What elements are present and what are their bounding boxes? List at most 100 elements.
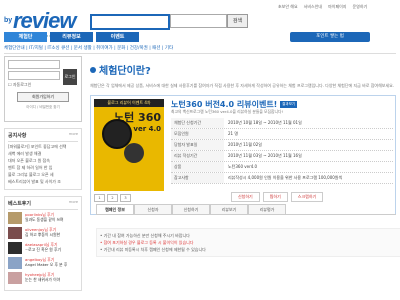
- campaign-card: 블로그 리뷰어 이벤트 4차 노턴 360 ver 4.0 1 2 3 노턴36…: [90, 94, 396, 215]
- campaign-title-text[interactable]: 노턴360 버전4.0 리뷰이벤트!: [171, 100, 277, 109]
- password-field[interactable]: [8, 71, 60, 80]
- best-review-item[interactable]: angelboy님 후기 Angel Maker 오 후 분 후: [8, 257, 78, 269]
- review-thumbnail: [8, 212, 22, 224]
- review-text: 일과도 동생을 같이 쓰며: [25, 217, 64, 222]
- sidebar: 로그인 ☐ 자동로그인 회원가입하기 아이디 / 비밀번호 찾기 공지사항 mor…: [4, 56, 82, 291]
- info-row: 당첨자 발표일 2010년 11월 02일: [171, 139, 393, 151]
- notice-item[interactable]: 베스트리뷰어 발표 및 사이가 조: [8, 179, 78, 186]
- intro-text: 체험단은 각 업체에서 제공 상품, 서비스에 대한 실제 사용후기를 참여자가…: [90, 83, 395, 88]
- main-content: 체험단이란? 체험단은 각 업체에서 제공 상품, 서비스에 대한 실제 사용후…: [90, 62, 396, 215]
- nav-tab-experience[interactable]: 체험단: [4, 32, 47, 42]
- toplink-service[interactable]: 서비스안내: [304, 4, 322, 10]
- info-value: 2010년 10월 18일 ~ 2010년 11월 01일: [228, 119, 302, 125]
- toplink-help[interactable]: 초보안 해요: [278, 4, 298, 10]
- campaign-info-table: 체험단 신청기간 2010년 10월 18일 ~ 2010년 11월 01일 모집…: [171, 117, 393, 184]
- wishlist-button[interactable]: 찜하기: [262, 191, 288, 202]
- page-title: 체험단이란?: [99, 66, 151, 77]
- apply-button[interactable]: 신청하기: [231, 191, 260, 202]
- disc-graphic: [124, 142, 144, 163]
- best-reviews-title: 베스트후기: [8, 201, 32, 207]
- pager-item[interactable]: 1: [94, 193, 105, 202]
- find-account-link[interactable]: 아이디 / 비밀번호 찾기: [8, 105, 78, 110]
- login-button[interactable]: 로그인: [63, 69, 77, 85]
- notice-box: 공지사항 more [파워블로거] 포인트 좋답고에 선택 새벽 에러 발생 해결…: [4, 128, 82, 190]
- banner-head: 블로그 리뷰어 이벤트 4차: [94, 98, 164, 107]
- point-promo-button[interactable]: 포인트 쌓는 법: [290, 32, 370, 42]
- toplink-mypage[interactable]: 마이페이지: [328, 4, 346, 10]
- heading-bullet-icon: [90, 66, 96, 73]
- info-value: 2010년 11월 03일 ~ 2010년 11월 16일: [228, 152, 302, 158]
- review-text: Angel Maker 오 후 분 후: [25, 262, 68, 267]
- campaign-notes: • 기간 내 참여 가능하신 분만 신청해 주시기 바랍니다 • 참여 포기하실…: [96, 228, 400, 257]
- info-key: 당첨자 발표일: [171, 139, 224, 150]
- best-review-item[interactable]: oliveenjoy님 후기 김 하고 뿌둥이 시원한: [8, 227, 78, 239]
- logo-by: by: [4, 17, 13, 24]
- nav-tab-event[interactable]: 이벤트: [96, 32, 139, 42]
- campaign-subtitle: 최고의 백신프로그램 노턴360 ver4.0을 리뷰하실 분들을 모집합니다!: [171, 108, 284, 114]
- info-key: 리뷰 작성기간: [171, 150, 224, 161]
- info-row: 모집인원 21 명: [171, 128, 393, 140]
- review-text: 김 하고 뿌둥이 시원한: [25, 232, 61, 237]
- product-banner-image[interactable]: 블로그 리뷰어 이벤트 4차 노턴 360 ver 4.0: [94, 98, 164, 191]
- info-key: 참고사항: [171, 172, 224, 183]
- info-row: 참고사항 리뷰작성시 4,000원 인원 이용을 위한 사용 프로그램 100,0…: [171, 172, 393, 184]
- notice-title: 공지사항: [8, 133, 27, 139]
- best-more-link[interactable]: more: [69, 200, 78, 207]
- auto-login-label: 자동로그인: [12, 82, 32, 87]
- info-value: 21 명: [228, 130, 239, 136]
- note-line: • 기간 내 참여 가능하신 분만 신청해 주시기 바랍니다: [100, 233, 190, 238]
- info-value: 노턴360 ver4.0: [228, 163, 258, 169]
- notice-item[interactable]: 벤트 참 제 하려 일어 한 입: [8, 165, 78, 172]
- review-text: 눈는 찬 새위서가 이야: [25, 277, 61, 282]
- login-box: 로그인 ☐ 자동로그인 회원가입하기 아이디 / 비밀번호 찾기: [4, 56, 82, 122]
- info-value: 2010년 11월 02일: [228, 141, 262, 147]
- note-line: • 참여 포기하실 경우 블로그 등록 시 불이익이 있습니다: [100, 240, 194, 245]
- nav-tab-review-info[interactable]: 리뷰정보: [50, 32, 93, 42]
- notice-item[interactable]: 대저 오픈 블로그 원 접속: [8, 158, 78, 165]
- search-scope-select[interactable]: [170, 14, 227, 28]
- tab-apply[interactable]: 신청하기: [172, 204, 210, 214]
- category-subnav[interactable]: 체험단안내 | IT/지털 | IT소싱 큐션 | 문서 생활 | 취미여가 |…: [4, 45, 396, 54]
- top-links: 초보안 해요 서비스안내 마이페이지 운영하기: [278, 4, 367, 10]
- result-badge[interactable]: 결과보기: [280, 100, 298, 108]
- info-value: 리뷰작성시 4,000원 인원 이용을 위한 사용 프로그램 100,000원씩: [228, 174, 343, 180]
- tab-reviews[interactable]: 리뷰보기: [210, 204, 248, 214]
- info-key: 상품: [171, 161, 224, 172]
- scrap-button[interactable]: 스크랩하기: [290, 191, 324, 202]
- banner-title: 노턴 360: [113, 110, 161, 124]
- search-input[interactable]: [90, 14, 170, 30]
- review-text: ~로고 진 혹은 원 후기: [25, 247, 61, 252]
- id-field[interactable]: [8, 60, 60, 69]
- info-key: 체험단 신청기간: [171, 117, 224, 128]
- search-button[interactable]: 검색: [227, 14, 248, 28]
- info-key: 모집인원: [171, 128, 224, 139]
- review-thumbnail: [8, 257, 22, 269]
- toplink-admin[interactable]: 운영하기: [352, 4, 367, 10]
- info-row: 리뷰 작성기간 2010년 11월 03일 ~ 2010년 11월 16일: [171, 150, 393, 162]
- tab-review-rating[interactable]: 리뷰평가: [248, 204, 286, 214]
- review-thumbnail: [8, 227, 22, 239]
- notice-item[interactable]: [파워블로거] 포인트 좋답고에 선택: [8, 144, 78, 151]
- notice-item[interactable]: 새벽 에러 발생 해결: [8, 151, 78, 158]
- campaign-actions: 신청하기 찜하기 스크랩하기: [231, 191, 324, 202]
- main-nav: 체험단 리뷰정보 이벤트: [4, 32, 139, 42]
- pager-item[interactable]: 2: [107, 193, 118, 202]
- tab-divider: [96, 214, 396, 215]
- note-line: • 기간내 리뷰 미등록시 차후 캠페인 신청에 제한될 수 있습니다: [100, 247, 206, 252]
- banner-pager: 1 2 3: [94, 193, 131, 202]
- best-reviews-box: 베스트후기 more poorlinks님 후기 일과도 동생을 같이 쓰며 oli…: [4, 196, 82, 291]
- campaign-tabs: 캠페인 정보 신청자 신청하기 리뷰보기 리뷰평가: [96, 204, 286, 214]
- tab-applicants[interactable]: 신청자: [134, 204, 172, 214]
- review-thumbnail: [8, 242, 22, 254]
- best-review-item[interactable]: hyoheejp님 후기 눈는 찬 새위서가 이야: [8, 272, 78, 284]
- join-button[interactable]: 회원가입하기: [17, 92, 69, 102]
- info-row: 상품 노턴360 ver4.0: [171, 161, 393, 173]
- notice-item[interactable]: 블로 그리뷰 블로그 오픈 세: [8, 172, 78, 179]
- notice-more-link[interactable]: more: [69, 132, 78, 139]
- tab-campaign-info[interactable]: 캠페인 정보: [96, 204, 134, 214]
- pager-item[interactable]: 3: [120, 193, 131, 202]
- best-review-item[interactable]: daelasapril님 후기 ~로고 진 혹은 원 후기: [8, 242, 78, 254]
- review-thumbnail: [8, 272, 22, 284]
- best-review-item[interactable]: poorlinks님 후기 일과도 동생을 같이 쓰며: [8, 212, 78, 224]
- info-row: 체험단 신청기간 2010년 10월 18일 ~ 2010년 11월 01일: [171, 117, 393, 129]
